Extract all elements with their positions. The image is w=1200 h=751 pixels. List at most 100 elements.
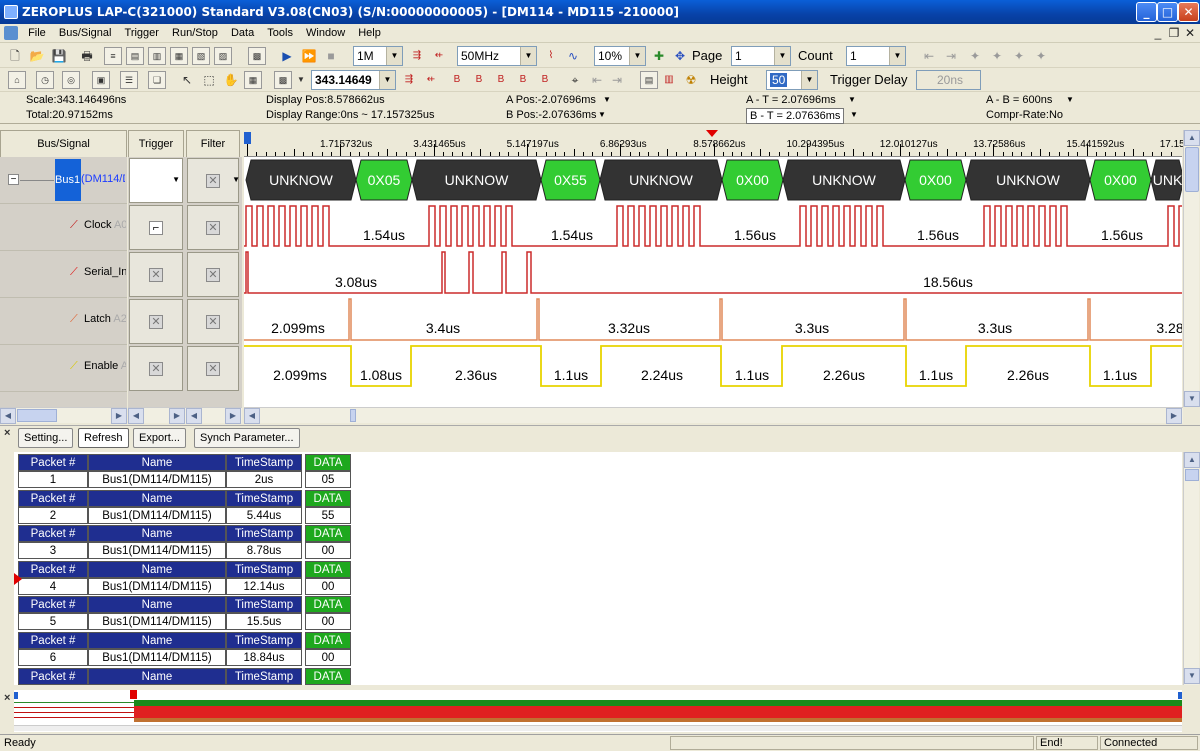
signal-row-serial-in[interactable]: ⟋ Serial_In A1 xyxy=(0,251,127,298)
run-repeat-icon[interactable]: ⏩ xyxy=(300,47,318,65)
document-icon[interactable] xyxy=(4,26,18,40)
bar-a-icon[interactable]: B xyxy=(448,71,466,89)
overview-pane[interactable] xyxy=(14,690,1182,732)
packet-cell-data[interactable]: 55 xyxy=(305,506,351,524)
dont-care-icon[interactable]: ✕ xyxy=(206,221,220,235)
scroll-right-icon[interactable]: ▶ xyxy=(111,408,127,424)
chevron-down-icon[interactable]: ▼ xyxy=(774,47,790,65)
packet-list-vscroll[interactable]: ▲ ▼ xyxy=(1183,452,1200,685)
next-icon[interactable]: ⇥ xyxy=(608,71,626,89)
list-icon[interactable]: ☰ xyxy=(120,71,138,89)
packet-cell-timestamp[interactable]: 15.5us xyxy=(226,613,302,631)
memory-depth-select[interactable]: 1M ▼ xyxy=(353,46,403,66)
bar-e-icon[interactable]: B xyxy=(536,71,554,89)
sample-rate-select[interactable]: 50MHz ▼ xyxy=(457,46,537,66)
chevron-down-icon[interactable]: ▼ xyxy=(292,71,310,89)
packet-cell-data[interactable]: 00 xyxy=(305,649,351,666)
trigger-position-select[interactable]: 10% ▼ xyxy=(594,46,646,66)
chevron-down-icon[interactable]: ▼ xyxy=(386,47,402,65)
packet-cell-timestamp[interactable]: 5.44us xyxy=(226,506,302,524)
color-icon[interactable]: ▩ xyxy=(274,71,292,89)
grid-icon[interactable]: ▦ xyxy=(244,71,262,89)
packet-cell-data[interactable]: 00 xyxy=(305,542,351,560)
filter-cell-bus[interactable]: ✕ ▼ xyxy=(187,158,240,203)
scroll-left-icon[interactable]: ◀ xyxy=(244,408,260,424)
packet-cell-timestamp[interactable]: 2us xyxy=(226,471,302,488)
menu-help[interactable]: Help xyxy=(353,24,386,43)
dont-care-icon[interactable]: ✕ xyxy=(206,362,220,376)
packet-cell-name[interactable]: Bus1(DM114/DM115) xyxy=(88,542,226,560)
a-pos-info[interactable]: A Pos:-2.07696ms xyxy=(506,93,596,107)
scroll-right-icon[interactable]: ▶ xyxy=(169,408,185,424)
chevron-down-icon[interactable]: ▼ xyxy=(848,93,856,107)
chevron-down-icon[interactable]: ▼ xyxy=(889,47,905,65)
bus-signal-icon[interactable]: ≡ xyxy=(104,47,122,65)
collapse-icon[interactable]: − xyxy=(8,174,19,185)
chevron-down-icon[interactable]: ▼ xyxy=(232,175,240,184)
dont-care-icon[interactable]: ✕ xyxy=(149,362,163,376)
synch-parameter-button[interactable]: Synch Parameter... xyxy=(194,428,300,448)
rising-edge-icon[interactable]: ⌐ xyxy=(149,221,163,235)
zoom-out-waveform-icon[interactable]: ⇷ xyxy=(422,71,440,89)
new-file-icon[interactable]: 🗋 xyxy=(6,47,24,65)
overview-cursor-b[interactable] xyxy=(1178,692,1182,699)
scroll-up-icon[interactable]: ▲ xyxy=(1184,452,1200,468)
maximize-button[interactable]: □ xyxy=(1157,2,1178,22)
select-icon[interactable]: ⬚ xyxy=(200,71,218,89)
packet-cell-num[interactable]: 4 xyxy=(18,577,88,595)
compress-icon[interactable]: ▨ xyxy=(214,47,232,65)
chevron-down-icon[interactable]: ▼ xyxy=(598,108,606,122)
count-select[interactable]: 1 ▼ xyxy=(846,46,906,66)
zoom-in-waveform-icon[interactable]: ⇶ xyxy=(400,71,418,89)
menu-file[interactable]: File xyxy=(23,24,51,43)
waveform-vscroll[interactable]: ▲ ▼ xyxy=(1183,130,1200,407)
packet-cell-num[interactable]: 1 xyxy=(18,471,88,488)
home-icon[interactable]: ⌂ xyxy=(8,71,26,89)
a-b-info[interactable]: A - B = 600ns xyxy=(986,93,1052,107)
save-icon[interactable]: 💾 xyxy=(50,47,68,65)
signal-row-latch[interactable]: ⟋ Latch A2 xyxy=(0,298,127,345)
dont-care-icon[interactable]: ✕ xyxy=(149,268,163,282)
packet-cell-num[interactable]: 6 xyxy=(18,649,88,666)
packet-row[interactable]: Packet #1 Name Bus1(DM114/DM115) TimeStamp 2… xyxy=(18,454,351,489)
packet-cell-num[interactable]: 2 xyxy=(18,506,88,524)
dont-care-icon[interactable]: ✕ xyxy=(206,268,220,282)
packet-cell-num[interactable]: 3 xyxy=(18,542,88,560)
clock-setting-icon[interactable]: ◷ xyxy=(36,71,54,89)
time-ruler[interactable]: 1.715732us 3.431465us 5.147197us 6.86293us 8… xyxy=(244,130,1185,157)
chevron-down-icon[interactable]: ▼ xyxy=(603,93,611,107)
packet-row[interactable]: Packet #2 Name Bus1(DM114/DM115) TimeStamp 5… xyxy=(18,489,351,525)
bar-c-icon[interactable]: B xyxy=(492,71,510,89)
scroll-left-icon[interactable]: ◀ xyxy=(186,408,202,424)
marker-d-icon[interactable]: ✦ xyxy=(1032,47,1050,65)
signal-row-clock[interactable]: ⟋ Clock A0 xyxy=(0,204,127,251)
dont-care-icon[interactable]: ✕ xyxy=(206,174,220,188)
menu-window[interactable]: Window xyxy=(301,24,350,43)
packet-cell-name[interactable]: Bus1(DM114/DM115) xyxy=(88,649,226,666)
packet-cell-timestamp[interactable]: 18.84us xyxy=(226,649,302,666)
trigger-setup-icon[interactable]: ▤ xyxy=(126,47,144,65)
scroll-thumb[interactable] xyxy=(1185,469,1199,481)
filter-icon[interactable]: ▧ xyxy=(192,47,210,65)
export-button[interactable]: Export... xyxy=(133,428,186,448)
chevron-down-icon[interactable]: ▼ xyxy=(1066,93,1074,107)
zoom-out-icon[interactable]: ⇷ xyxy=(430,47,448,65)
marker-c-icon[interactable]: ✦ xyxy=(1010,47,1028,65)
trigger-cell-latch[interactable]: ✕ xyxy=(129,299,183,344)
scroll-thumb[interactable] xyxy=(1185,147,1199,192)
chevron-down-icon[interactable]: ▼ xyxy=(629,47,645,65)
packet-list[interactable]: Packet #1 Name Bus1(DM114/DM115) TimeStamp 2… xyxy=(14,452,1182,685)
close-overview-icon[interactable]: × xyxy=(4,692,10,704)
dont-care-icon[interactable]: ✕ xyxy=(206,315,220,329)
mdi-minimize-button[interactable]: _ xyxy=(1150,26,1166,40)
radiation-icon[interactable]: ☢ xyxy=(682,71,700,89)
bus-name[interactable]: Bus1 xyxy=(55,159,81,201)
bus-decode-icon[interactable]: ▤ xyxy=(640,71,658,89)
bar-b-icon[interactable]: B xyxy=(470,71,488,89)
trigger-cell-bus[interactable]: ▼ xyxy=(129,158,183,203)
b-pos-info[interactable]: B Pos:-2.07636ms xyxy=(506,108,597,122)
waveform-canvas[interactable]: UNKNOW 0X05 UNKNOW 0X55 UNKNOW 0X00 UNKNOW 0X00… xyxy=(244,157,1182,407)
packet-cell-name[interactable]: Bus1(DM114/DM115) xyxy=(88,471,226,488)
menu-tools[interactable]: Tools xyxy=(262,24,298,43)
overview-cursor-a[interactable] xyxy=(14,692,18,699)
